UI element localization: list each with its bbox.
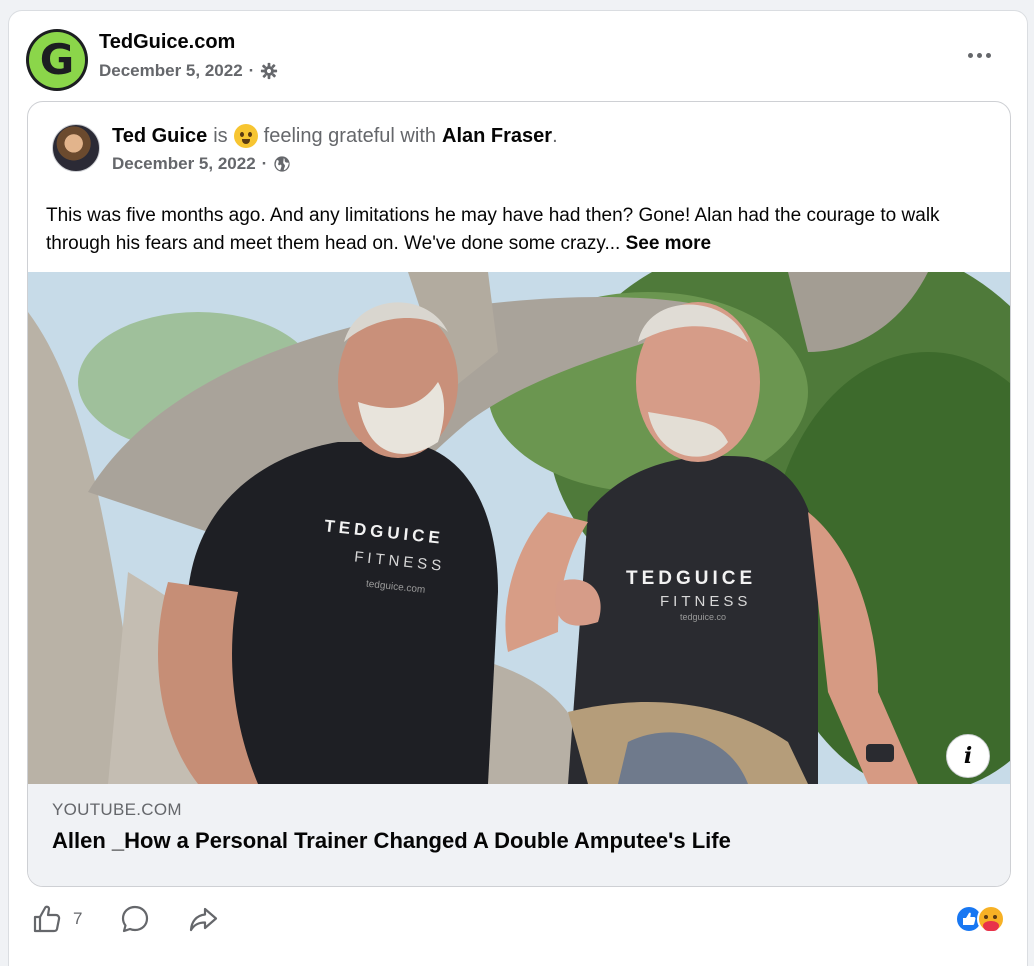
author-avatar[interactable]	[52, 124, 100, 172]
comment-bubble-icon	[121, 905, 149, 933]
gear-icon[interactable]	[260, 62, 278, 80]
comment-button[interactable]	[119, 899, 151, 939]
page-avatar[interactable]: G	[26, 29, 88, 91]
see-more-link[interactable]: See more	[626, 233, 712, 254]
post-body: This was five months ago. And any limita…	[46, 205, 940, 254]
dot	[967, 52, 973, 58]
action-bar: 7	[27, 899, 1011, 939]
grateful-emoji-icon	[233, 124, 258, 148]
shirt-text-right-1: TEDGUICE	[626, 568, 756, 589]
video-thumbnail[interactable]: TEDGUICE FITNESS tedguice.com TEDGUICE F…	[28, 272, 1010, 784]
more-dots-icon[interactable]	[961, 41, 997, 69]
thumbs-up-icon	[33, 905, 61, 933]
shirt-text-right-2: FITNESS	[660, 593, 751, 610]
info-button[interactable]: i	[946, 734, 990, 778]
tagged-person-link[interactable]: Alan Fraser	[442, 125, 552, 148]
info-icon: i	[963, 743, 973, 769]
period: .	[552, 124, 558, 147]
post-meta: December 5, 2022 ·	[99, 61, 278, 81]
feeling-text: feeling grateful with	[263, 124, 436, 147]
post-date-link[interactable]: December 5, 2022	[99, 61, 243, 81]
care-reaction-icon	[977, 905, 1005, 933]
like-button[interactable]: 7	[31, 899, 82, 939]
page-avatar-letter: G	[29, 32, 85, 88]
post-card: G TedGuice.com December 5, 2022 · Ted Gu…	[8, 10, 1028, 966]
reaction-summary[interactable]	[955, 903, 1011, 935]
page-name-link[interactable]: TedGuice.com	[99, 31, 235, 54]
dot	[985, 52, 991, 58]
thumbs-up-icon	[963, 912, 976, 925]
link-title[interactable]: Allen _How a Personal Trainer Changed A …	[52, 828, 731, 854]
link-domain: YOUTUBE.COM	[52, 800, 182, 819]
shirt-text-right-3: tedguice.co	[680, 612, 726, 622]
share-arrow-icon	[189, 907, 218, 932]
meta-separator: ·	[261, 154, 268, 173]
dot	[976, 52, 982, 58]
globe-icon	[274, 156, 290, 172]
shared-post-date-link[interactable]: December 5, 2022	[112, 154, 256, 174]
shared-post: Ted Guice is feeling grateful with Alan …	[27, 101, 1011, 887]
author-name-link[interactable]: Ted Guice	[112, 125, 207, 148]
meta-separator: ·	[248, 61, 255, 80]
post-text: This was five months ago. And any limita…	[46, 202, 986, 258]
shared-post-meta: December 5, 2022 ·	[112, 154, 291, 174]
link-preview[interactable]: YOUTUBE.COM Allen _How a Personal Traine…	[28, 784, 1010, 886]
share-button[interactable]	[187, 899, 219, 939]
video-thumbnail-image: TEDGUICE FITNESS tedguice.com TEDGUICE F…	[28, 272, 1010, 784]
is-word: is	[213, 124, 228, 147]
like-count: 7	[73, 909, 83, 928]
author-line: Ted Guice is feeling grateful with Alan …	[112, 124, 558, 148]
